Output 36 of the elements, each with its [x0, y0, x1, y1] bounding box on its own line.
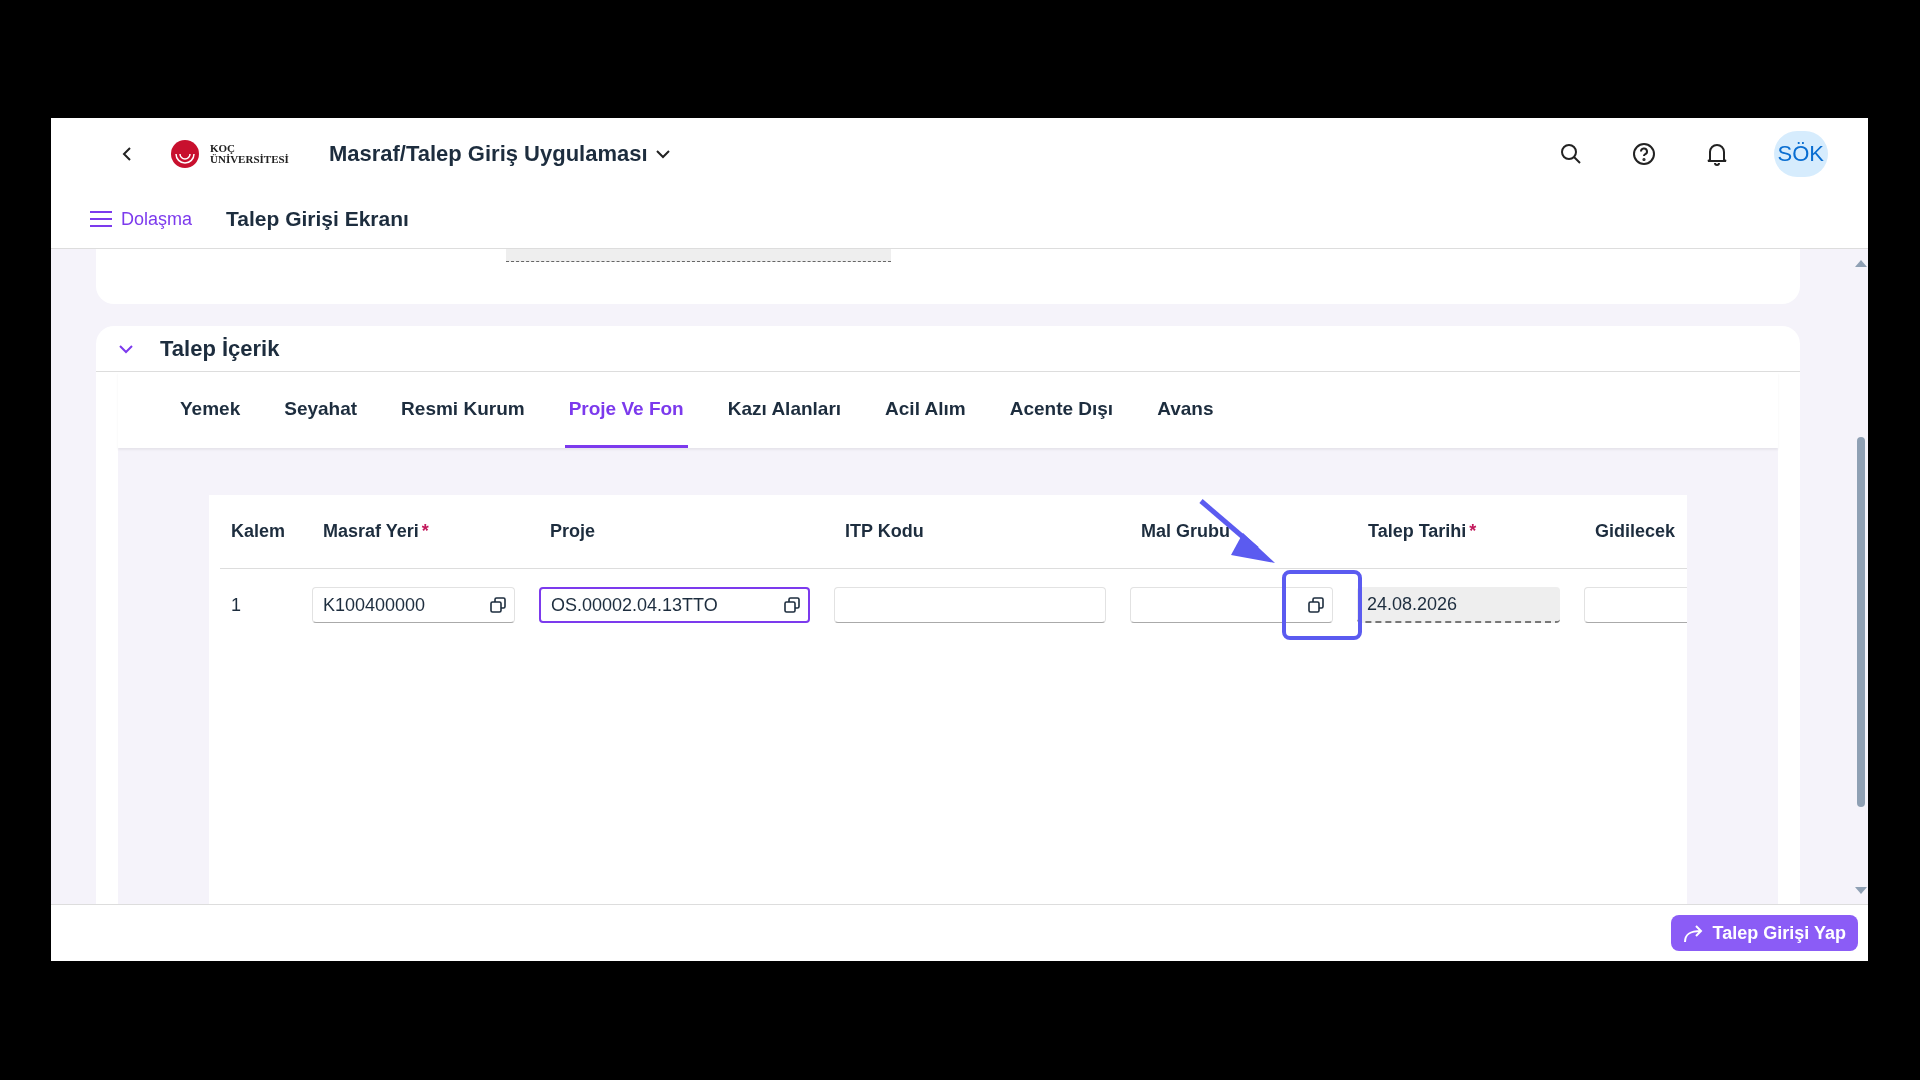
value-help-icon[interactable] — [782, 595, 802, 615]
column-header: Gidilecek — [1584, 495, 1687, 569]
submit-button[interactable]: Talep Girişi Yap — [1670, 915, 1858, 951]
tab[interactable]: Acil Alım — [881, 372, 970, 448]
input-field[interactable]: K100400000 — [312, 587, 515, 623]
table-cell-text: 1 — [230, 594, 241, 616]
page-title: Talep Girişi Ekranı — [226, 207, 409, 231]
scrollbar-thumb[interactable] — [1857, 437, 1865, 807]
required-mark: * — [1469, 521, 1477, 542]
value-help-icon[interactable] — [488, 595, 508, 615]
required-mark: * — [421, 521, 429, 542]
logo-text: KOÇ ÜNİVERSİTESİ — [210, 143, 289, 165]
input-field[interactable] — [1130, 587, 1333, 623]
column-header: ITP Kodu — [834, 495, 1130, 569]
navigation-button[interactable]: Dolaşma — [83, 207, 199, 231]
value-help-icon[interactable] — [1306, 595, 1326, 615]
tab[interactable]: Yemek — [176, 372, 245, 448]
tab[interactable]: Kazı Alanları — [723, 372, 846, 448]
column-header: Kalem — [220, 495, 312, 569]
app-title-menu[interactable]: Masraf/Talep Giriş Uygulaması — [328, 141, 670, 167]
column-header: Proje — [539, 495, 834, 569]
tab[interactable]: Seyahat — [280, 372, 362, 448]
input-field[interactable]: OS.00002.04.13TTO — [539, 587, 810, 623]
column-header: Talep Tarihi * — [1357, 495, 1584, 569]
tab[interactable]: Avans — [1153, 372, 1218, 448]
input-field[interactable] — [834, 587, 1106, 623]
menu-icon — [89, 209, 113, 229]
tab[interactable]: Proje Ve Fon — [564, 372, 688, 448]
chevron-down-icon — [655, 149, 670, 159]
input-field[interactable]: 24.08.2026 — [1357, 587, 1560, 623]
user-avatar[interactable]: SÖK — [1773, 131, 1828, 177]
tab[interactable]: Resmi Kurum — [397, 372, 529, 448]
tab[interactable]: Acente Dışı — [1005, 372, 1118, 448]
section-title: Talep İçerik — [160, 335, 280, 362]
forward-arrow-icon — [1682, 923, 1705, 943]
column-header: Masraf Yeri * — [312, 495, 539, 569]
